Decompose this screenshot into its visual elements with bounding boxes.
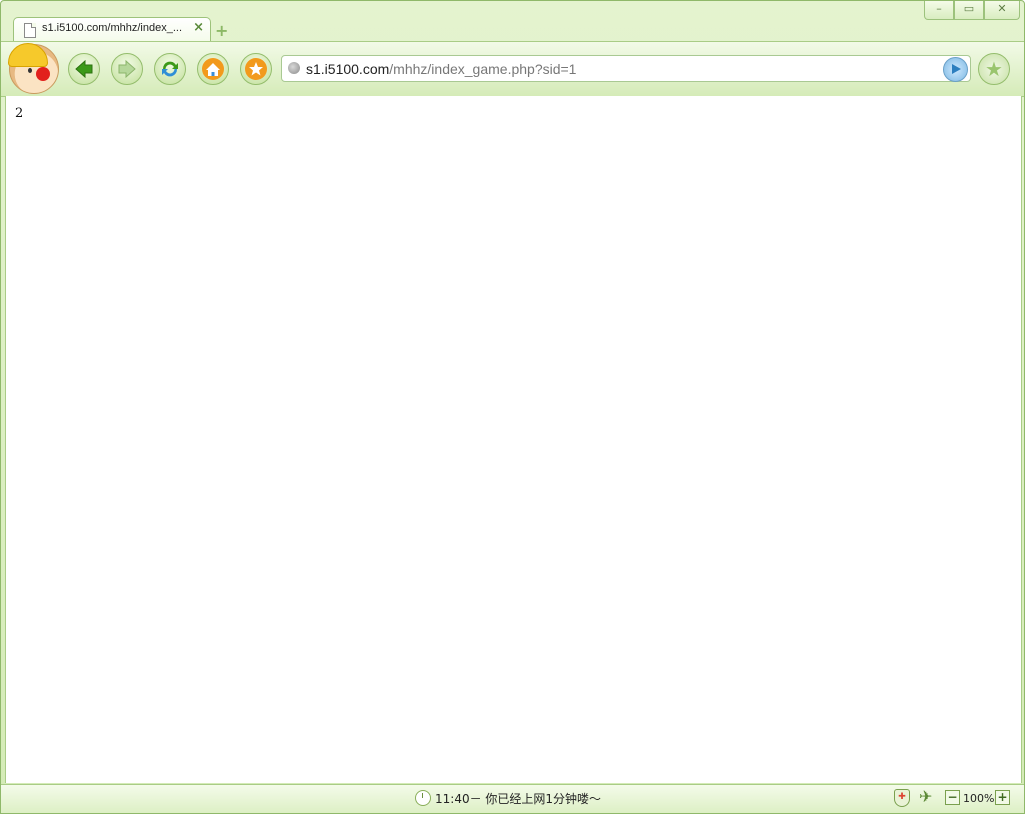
- page-icon: [24, 23, 36, 38]
- refresh-icon: [162, 61, 178, 77]
- shield-icon[interactable]: ✚: [894, 789, 910, 807]
- maximize-button[interactable]: ▭: [954, 1, 984, 20]
- address-bar[interactable]: s1.i5100.com/mhhz/index_game.php?sid=1: [281, 55, 971, 82]
- page-text: 2: [15, 106, 24, 121]
- window-controls: – ▭ ✕: [924, 1, 1020, 20]
- tab-title: s1.i5100.com/mhhz/index_...: [42, 22, 183, 34]
- home-icon: [202, 58, 224, 80]
- address-url[interactable]: s1.i5100.com/mhhz/index_game.php?sid=1: [306, 61, 576, 77]
- close-button[interactable]: ✕: [984, 1, 1020, 20]
- minimize-button[interactable]: –: [924, 1, 954, 20]
- url-path: /mhhz/index_game.php?sid=1: [389, 61, 577, 77]
- zoom-out-button[interactable]: −: [945, 790, 960, 805]
- page-content: 2: [5, 96, 1022, 783]
- nose-icon: [36, 67, 50, 81]
- back-button[interactable]: [68, 53, 100, 85]
- favorites-button[interactable]: [240, 53, 272, 85]
- star-icon[interactable]: ★: [978, 53, 1010, 85]
- plane-icon[interactable]: ✈: [919, 787, 932, 806]
- favorite-icon: [245, 58, 267, 80]
- tab-current[interactable]: s1.i5100.com/mhhz/index_... ×: [13, 17, 211, 42]
- eye-icon: [28, 68, 32, 73]
- status-bar: 11:40－ 你已经上网1分钟喽～ ✚ ✈ − 100% +: [1, 784, 1024, 813]
- forward-button[interactable]: [111, 53, 143, 85]
- browser-window: s1.i5100.com/mhhz/index_... × + – ▭ ✕ s1…: [0, 0, 1025, 814]
- tab-strip: s1.i5100.com/mhhz/index_... × + – ▭ ✕: [1, 1, 1024, 42]
- avatar[interactable]: [8, 43, 59, 94]
- home-button[interactable]: [197, 53, 229, 85]
- go-icon[interactable]: [943, 57, 968, 82]
- forward-icon: [118, 59, 136, 79]
- refresh-button[interactable]: [154, 53, 186, 85]
- clock-icon: [415, 790, 431, 806]
- zoom-in-button[interactable]: +: [995, 790, 1010, 805]
- back-icon: [75, 59, 93, 79]
- hat-icon: [8, 43, 48, 67]
- new-tab-icon[interactable]: +: [215, 21, 228, 40]
- tab-close-icon[interactable]: ×: [193, 20, 204, 35]
- url-host: s1.i5100.com: [306, 61, 390, 77]
- status-message: 11:40－ 你已经上网1分钟喽～: [435, 792, 602, 806]
- globe-icon: [288, 62, 300, 74]
- zoom-level: 100%: [963, 792, 995, 805]
- toolbar: s1.i5100.com/mhhz/index_game.php?sid=1 ★: [1, 41, 1024, 97]
